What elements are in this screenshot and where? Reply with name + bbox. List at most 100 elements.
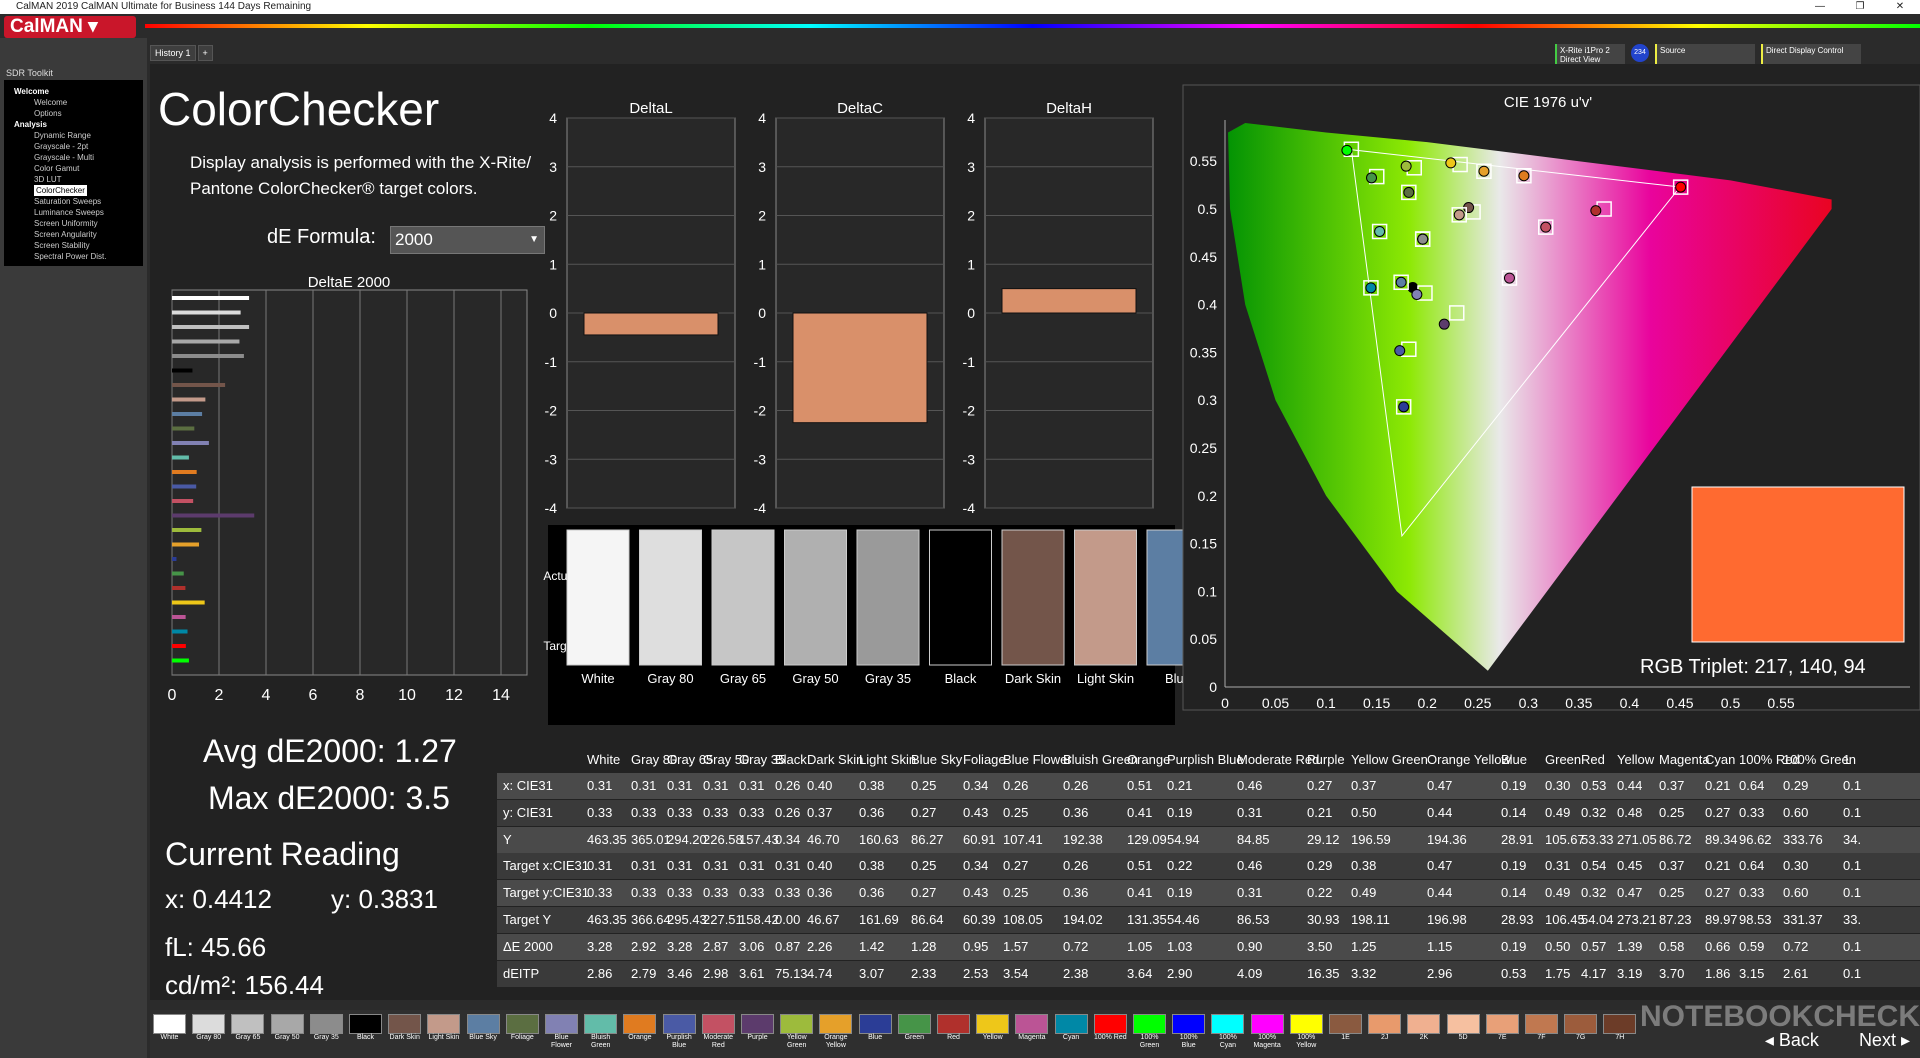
back-button[interactable]: ◂ Back <box>1765 1030 1819 1051</box>
table-cell[interactable]: 0.36 <box>807 880 832 906</box>
bottom-swatch[interactable]: Purplish Blue <box>662 1014 696 1049</box>
table-cell[interactable]: 3.15 <box>1739 961 1764 987</box>
table-cell[interactable]: 0.31 <box>667 773 692 799</box>
bottom-swatch[interactable]: Blue <box>858 1014 892 1048</box>
table-cell[interactable]: 98.53 <box>1739 907 1772 933</box>
sidebar-item[interactable]: 3D LUT <box>8 174 139 185</box>
bottom-swatch[interactable]: 100% Cyan <box>1211 1014 1245 1049</box>
table-cell[interactable]: 96.62 <box>1739 827 1772 853</box>
table-cell[interactable]: 0.60 <box>1783 880 1808 906</box>
table-cell[interactable]: 0.36 <box>859 880 884 906</box>
table-cell[interactable]: 16.35 <box>1307 961 1340 987</box>
sidebar-item[interactable]: Color Gamut <box>8 163 139 174</box>
table-cell[interactable]: 0.27 <box>1307 773 1332 799</box>
table-cell[interactable]: 0.27 <box>1705 880 1730 906</box>
table-cell[interactable]: 54.94 <box>1167 827 1200 853</box>
table-cell[interactable]: 0.33 <box>703 800 728 826</box>
bottom-swatch[interactable]: 5D <box>1446 1014 1480 1048</box>
table-cell[interactable]: 0.87 <box>775 934 800 960</box>
sidebar-item[interactable]: Screen Uniformity <box>8 218 139 229</box>
table-cell[interactable]: 1.03 <box>1167 934 1192 960</box>
table-cell[interactable]: 0.46 <box>1237 773 1262 799</box>
table-cell[interactable]: 0.66 <box>1705 934 1730 960</box>
table-cell[interactable]: 0.19 <box>1501 853 1526 879</box>
table-cell[interactable]: 0.19 <box>1501 934 1526 960</box>
bottom-swatch[interactable]: Gray 50 <box>270 1014 304 1048</box>
table-cell[interactable]: 0.1 <box>1843 934 1861 960</box>
table-cell[interactable]: 0.29 <box>1307 853 1332 879</box>
table-cell[interactable]: 0.31 <box>1237 880 1262 906</box>
table-cell[interactable]: 0.38 <box>1351 853 1376 879</box>
table-cell[interactable]: 0.21 <box>1705 853 1730 879</box>
table-cell[interactable]: 0.41 <box>1127 880 1152 906</box>
table-cell[interactable]: 0.51 <box>1127 853 1152 879</box>
table-cell[interactable]: 0.50 <box>1545 934 1570 960</box>
table-cell[interactable]: 54.46 <box>1167 907 1200 933</box>
table-cell[interactable]: 0.90 <box>1237 934 1262 960</box>
bottom-swatch[interactable]: Green <box>897 1014 931 1048</box>
table-cell[interactable]: 333.76 <box>1783 827 1823 853</box>
table-cell[interactable]: 87.23 <box>1659 907 1692 933</box>
table-cell[interactable]: 0.1 <box>1843 880 1861 906</box>
table-cell[interactable]: 0.33 <box>739 880 764 906</box>
table-cell[interactable]: 0.31 <box>1237 800 1262 826</box>
table-cell[interactable]: 0.41 <box>1127 800 1152 826</box>
bottom-swatch[interactable]: 7E <box>1485 1014 1519 1048</box>
table-cell[interactable]: 0.47 <box>1427 773 1452 799</box>
bottom-swatch[interactable]: Gray 65 <box>231 1014 265 1048</box>
table-cell[interactable]: 0.14 <box>1501 880 1526 906</box>
table-cell[interactable]: 0.49 <box>1351 880 1376 906</box>
sidebar-item[interactable]: Grayscale - Multi <box>8 152 139 163</box>
bottom-swatch[interactable]: 100% Magenta <box>1250 1014 1284 1049</box>
table-cell[interactable]: 0.21 <box>1705 773 1730 799</box>
table-cell[interactable]: 0.53 <box>1581 773 1606 799</box>
bottom-swatch[interactable]: 100% Red <box>1093 1014 1127 1048</box>
display-control-select[interactable]: Direct Display Control <box>1761 44 1861 66</box>
formula-select[interactable]: 2000 <box>390 226 545 254</box>
table-cell[interactable]: 3.61 <box>739 961 764 987</box>
table-cell[interactable]: 89.97 <box>1705 907 1738 933</box>
table-cell[interactable]: 0.31 <box>1545 853 1570 879</box>
table-cell[interactable]: 3.46 <box>667 961 692 987</box>
table-cell[interactable]: 0.58 <box>1659 934 1684 960</box>
table-cell[interactable]: 2.90 <box>1167 961 1192 987</box>
table-cell[interactable]: 0.19 <box>1167 800 1192 826</box>
table-cell[interactable]: 0.27 <box>1705 800 1730 826</box>
table-cell[interactable]: 196.59 <box>1351 827 1391 853</box>
table-cell[interactable]: 0.26 <box>775 773 800 799</box>
table-cell[interactable]: 198.11 <box>1351 907 1390 933</box>
bottom-swatch[interactable]: Yellow Green <box>780 1014 814 1049</box>
table-cell[interactable]: 89.34 <box>1705 827 1738 853</box>
table-cell[interactable]: 3.28 <box>667 934 692 960</box>
table-cell[interactable]: 84.85 <box>1237 827 1270 853</box>
table-cell[interactable]: 28.91 <box>1501 827 1534 853</box>
table-cell[interactable]: 0.43 <box>963 880 988 906</box>
table-cell[interactable]: 2.92 <box>631 934 656 960</box>
table-cell[interactable]: 86.64 <box>911 907 944 933</box>
table-cell[interactable]: 157.43 <box>739 827 779 853</box>
table-cell[interactable]: 160.63 <box>859 827 899 853</box>
table-cell[interactable]: 86.72 <box>1659 827 1692 853</box>
table-cell[interactable]: 295.43 <box>667 907 707 933</box>
table-cell[interactable]: 0.25 <box>1003 800 1028 826</box>
table-cell[interactable]: 3.06 <box>739 934 764 960</box>
sidebar-item[interactable]: Welcome <box>8 97 139 108</box>
table-cell[interactable]: 365.01 <box>631 827 671 853</box>
table-cell[interactable]: 0.31 <box>703 773 728 799</box>
table-cell[interactable]: 0.30 <box>1545 773 1570 799</box>
table-cell[interactable]: 0.47 <box>1617 880 1642 906</box>
next-button[interactable]: Next ▸ <box>1859 1030 1910 1051</box>
sidebar-item[interactable]: Dynamic Range <box>8 130 139 141</box>
sidebar-item[interactable]: Saturation Sweeps <box>8 196 139 207</box>
table-cell[interactable]: 0.21 <box>1307 800 1332 826</box>
table-cell[interactable]: 0.44 <box>1617 773 1642 799</box>
sidebar-item[interactable]: Options <box>8 108 139 119</box>
table-cell[interactable]: 131.35 <box>1127 907 1167 933</box>
table-cell[interactable]: 0.72 <box>1783 934 1808 960</box>
table-cell[interactable]: 0.26 <box>775 800 800 826</box>
table-cell[interactable]: 0.31 <box>631 773 656 799</box>
table-cell[interactable]: 30.93 <box>1307 907 1340 933</box>
table-cell[interactable]: 0.31 <box>739 773 764 799</box>
table-cell[interactable]: 0.27 <box>911 800 936 826</box>
table-cell[interactable]: 1.25 <box>1351 934 1376 960</box>
